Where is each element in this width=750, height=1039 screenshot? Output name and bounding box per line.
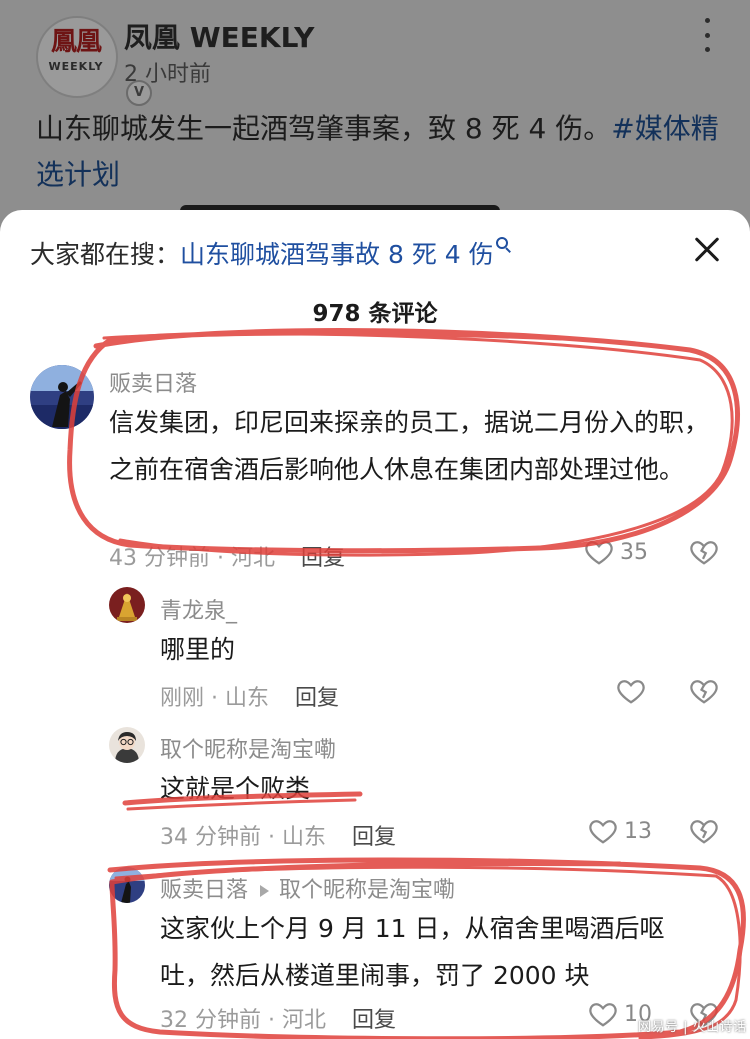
broken-heart-icon bbox=[690, 820, 718, 844]
comment-meta: 刚刚 · 山东 回复 bbox=[160, 680, 339, 712]
avatar[interactable] bbox=[30, 365, 94, 429]
dislike-button[interactable] bbox=[689, 676, 721, 708]
post-body: 山东聊城发生一起酒驾肇事案，致 8 死 4 伤。 bbox=[36, 112, 612, 145]
avatar[interactable] bbox=[109, 867, 145, 903]
reply-header: 贩卖日落 取个昵称是淘宝嘞 bbox=[160, 872, 455, 904]
comment-meta: 32 分钟前 · 河北 回复 bbox=[160, 1002, 396, 1034]
more-vertical-icon[interactable] bbox=[700, 18, 714, 52]
trending-search-link[interactable]: 山东聊城酒驾事故 8 死 4 伤 bbox=[180, 240, 494, 269]
comment-text: 哪里的 bbox=[160, 635, 236, 664]
dislike-button[interactable] bbox=[689, 537, 721, 569]
comment-text: 信发集团，印尼回来探亲的员工，据说二月份入的职，之前在宿舍酒后影响他人休息在集团… bbox=[109, 408, 710, 484]
search-icon[interactable] bbox=[495, 235, 512, 251]
watermark: 网易号 | 火山诗话 bbox=[638, 1020, 747, 1035]
trending-search-bar: 大家都在搜：山东聊城酒驾事故 8 死 4 伤 bbox=[30, 235, 512, 271]
broken-heart-icon bbox=[690, 680, 718, 704]
like-count: 13 bbox=[624, 818, 652, 844]
heart-icon bbox=[589, 1003, 617, 1027]
feed-post: 鳳凰 WEEKLY V 凤凰 WEEKLY 2 小时前 山东聊城发生一起酒驾肇事… bbox=[0, 0, 750, 230]
comment-author[interactable]: 取个昵称是淘宝嘞 bbox=[160, 732, 336, 764]
comment-time-location: 32 分钟前 · 河北 bbox=[160, 1008, 326, 1033]
comment-author[interactable]: 贩卖日落 bbox=[160, 878, 248, 903]
post-text: 山东聊城发生一起酒驾肇事案，致 8 死 4 伤。#媒体精选计划 bbox=[36, 106, 726, 198]
like-count: 35 bbox=[620, 539, 648, 565]
reply-to-user[interactable]: 取个昵称是淘宝嘞 bbox=[279, 878, 455, 903]
publisher-logo: 鳳凰 bbox=[50, 27, 102, 57]
reply-button[interactable]: 回复 bbox=[301, 546, 345, 571]
comment-time-location: 43 分钟前 · 河北 bbox=[109, 546, 275, 571]
post-timestamp: 2 小时前 bbox=[124, 62, 211, 87]
like-button[interactable]: 35 bbox=[584, 537, 648, 569]
publisher-logo-sub: WEEKLY bbox=[48, 60, 104, 73]
comment-author[interactable]: 贩卖日落 bbox=[109, 366, 197, 398]
close-icon[interactable] bbox=[690, 232, 724, 266]
reply-button[interactable]: 回复 bbox=[295, 686, 339, 711]
comment-sheet: 大家都在搜：山东聊城酒驾事故 8 死 4 伤 978 条评论 贩卖日落 信发集团… bbox=[0, 210, 750, 1039]
broken-heart-icon bbox=[690, 541, 718, 565]
publisher-avatar[interactable]: 鳳凰 WEEKLY V bbox=[36, 16, 152, 106]
comment-author[interactable]: 青龙泉_ bbox=[160, 593, 237, 625]
like-button[interactable]: 13 bbox=[588, 816, 652, 848]
comment-count: 978 条评论 bbox=[312, 301, 438, 327]
reply-button[interactable]: 回复 bbox=[352, 1008, 396, 1033]
comment-meta: 43 分钟前 · 河北 回复 bbox=[109, 540, 345, 572]
comment-time-location: 34 分钟前 · 山东 bbox=[160, 825, 326, 850]
avatar[interactable] bbox=[109, 727, 145, 763]
heart-icon bbox=[589, 820, 617, 844]
publisher-name[interactable]: 凤凰 WEEKLY bbox=[124, 16, 314, 56]
avatar[interactable] bbox=[109, 587, 145, 623]
comment-text: 这家伙上个月 9 月 11 日，从宿舍里喝酒后呕吐，然后从楼道里闹事，罚了 20… bbox=[160, 914, 665, 990]
comment-meta: 34 分钟前 · 山东 回复 bbox=[160, 819, 396, 851]
heart-icon bbox=[585, 541, 613, 565]
dislike-button[interactable] bbox=[689, 816, 721, 848]
comment-time-location: 刚刚 · 山东 bbox=[160, 686, 269, 711]
search-prefix: 大家都在搜： bbox=[30, 240, 181, 269]
like-button[interactable] bbox=[616, 676, 646, 708]
heart-icon bbox=[617, 680, 645, 704]
reply-arrow-icon bbox=[260, 885, 270, 897]
reply-button[interactable]: 回复 bbox=[352, 825, 396, 850]
comment-text: 这就是个败类 bbox=[160, 774, 311, 803]
